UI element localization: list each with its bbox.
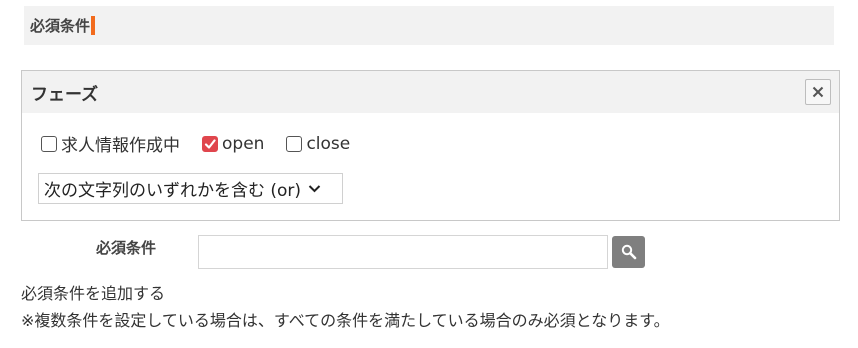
phase-options: 求人情報作成中 open close	[41, 131, 372, 156]
option-label: close	[306, 133, 351, 154]
search-icon	[621, 244, 636, 260]
search-button[interactable]	[612, 236, 645, 268]
phase-option-open[interactable]: open	[202, 134, 264, 154]
section-title: 必須条件	[30, 17, 91, 35]
option-label: open	[222, 133, 265, 154]
title-accent-bar	[91, 16, 96, 35]
close-icon	[812, 86, 824, 98]
required-condition-label: 必須条件	[96, 239, 157, 257]
phase-option-close[interactable]: close	[286, 134, 350, 154]
panel-close-button[interactable]	[805, 79, 831, 105]
panel-header: フェーズ	[22, 71, 839, 113]
checkbox-open[interactable]	[202, 135, 218, 152]
checkbox-drafting[interactable]	[41, 135, 57, 152]
checkbox-close[interactable]	[286, 135, 303, 152]
required-condition-input[interactable]	[198, 235, 608, 269]
phase-filter-panel: フェーズ 求人情報作成中 open close 次の文字列のいずれかを含む (o…	[21, 70, 840, 221]
check-icon	[204, 138, 216, 149]
phase-option-drafting[interactable]: 求人情報作成中	[41, 131, 180, 156]
option-label: 求人情報作成中	[61, 136, 180, 156]
panel-title: フェーズ	[31, 84, 99, 105]
section-header: 必須条件	[24, 6, 834, 45]
chevron-down-icon	[308, 184, 321, 193]
match-mode-selected: 次の文字列のいずれかを含む (or)	[44, 181, 302, 201]
note-text: ※複数条件を設定している場合は、すべての条件を満たしている場合のみ必須となります…	[21, 311, 670, 330]
match-mode-select[interactable]: 次の文字列のいずれかを含む (or)	[38, 173, 343, 204]
add-required-condition-link[interactable]: 必須条件を追加する	[21, 280, 165, 304]
